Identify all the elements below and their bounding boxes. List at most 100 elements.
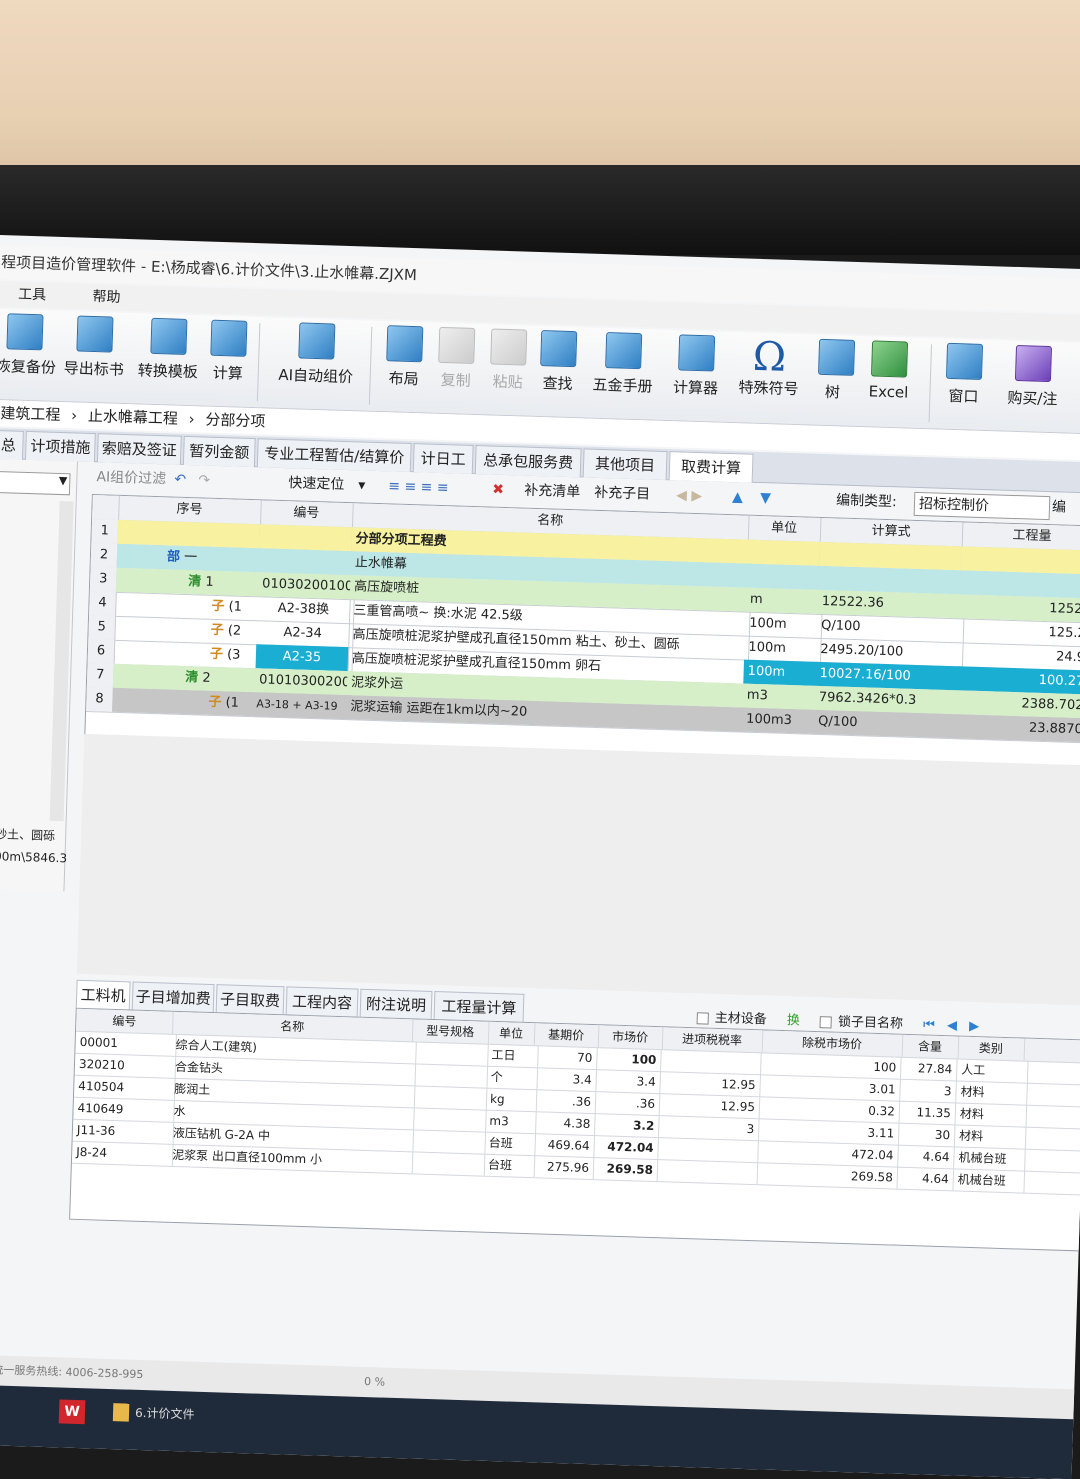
materials-grid: 主材设备 换 锁子目名称 ⏮ ◀ ▶ 编号 名称 型号规格 单位 基期价 市场价… (69, 1007, 1080, 1252)
redo-icon[interactable]: ↷ (198, 465, 211, 495)
main-equipment-label: 主材设备 (714, 1010, 767, 1028)
tab-item-fee[interactable]: 子目取费 (215, 984, 285, 1016)
paste-icon (490, 328, 528, 366)
copy-button[interactable]: 复制 (435, 326, 477, 408)
row-code[interactable]: A2-34 (256, 620, 350, 648)
find-button[interactable]: 查找 (537, 330, 579, 411)
restore-backup-button[interactable]: 恢复备份 (0, 313, 56, 395)
left-combo[interactable]: ▼ (0, 470, 71, 496)
restore-icon (6, 313, 44, 351)
taskbar-folder[interactable]: 6.计价文件 (135, 1404, 195, 1423)
toolbar-separator (256, 323, 261, 402)
swap-button[interactable]: 换 (787, 1013, 800, 1028)
chevron-down-icon: ▾ (358, 477, 366, 494)
left-text: \100m\5846.3 (0, 848, 68, 866)
tab-claims[interactable]: 索赔及签证 (96, 433, 182, 465)
quick-locate-button[interactable]: 快速定位 (288, 468, 345, 500)
ai-icon (298, 322, 336, 360)
calculator-icon (678, 334, 716, 372)
tab-daywork[interactable]: 计日工 (412, 443, 474, 474)
book-icon (605, 332, 643, 370)
type-select[interactable]: 招标控制价 (913, 491, 1051, 521)
progress-percent: 0 % (363, 1375, 386, 1389)
ai-filter-button[interactable]: AI组价过滤 (96, 462, 167, 494)
compute-button[interactable]: 计算 (207, 319, 249, 401)
copy-icon (438, 326, 476, 364)
tab-work-content[interactable]: 工程内容 (285, 986, 359, 1018)
delete-icon[interactable]: ✖ (492, 475, 505, 505)
arrow-left-icon[interactable]: ◀ ▶ (676, 480, 703, 511)
compute-icon (210, 319, 248, 357)
excel-button[interactable]: Excel (863, 340, 915, 422)
convert-template-button[interactable]: 转换模板 (135, 317, 201, 399)
supplement-item-button[interactable]: 补充子目 (594, 478, 651, 510)
tab-measures[interactable]: 计项措施 (24, 430, 96, 463)
usb-icon (1014, 344, 1053, 383)
tab-materials[interactable]: 工料机 (75, 979, 131, 1011)
find-icon (540, 330, 578, 368)
calculator-button[interactable]: 计算器 (669, 334, 723, 416)
undo-icon[interactable]: ↶ (174, 465, 187, 495)
tree-icon (818, 338, 856, 376)
first-page-icon[interactable]: ⏮ (923, 1017, 935, 1032)
window-button[interactable]: 窗口 (941, 342, 987, 424)
bill-grid: 序号 编号 名称 单位 计算式 工程量 1 分部分项工程费 2 部 一 止水帷幕 (84, 494, 1080, 768)
toolbar-separator (368, 326, 373, 405)
breadcrumb-item[interactable]: 分部分项 (205, 411, 266, 431)
arrow-down-icon[interactable]: ▼ (760, 483, 772, 513)
next-page-icon[interactable]: ▶ (969, 1019, 979, 1034)
omega-icon: Ω (752, 333, 787, 381)
lock-name-label: 锁子目名称 (837, 1014, 904, 1032)
tab-fee[interactable]: 取费计算 (668, 451, 754, 483)
left-scrollbar[interactable] (49, 501, 74, 822)
layout-button[interactable]: 布局 (383, 325, 425, 406)
export-bid-button[interactable]: 导出标书 (61, 315, 127, 397)
chevron-right-icon: › (188, 410, 195, 429)
hotline-text: 全国统一服务热线: 4006-258-995 (0, 1362, 144, 1382)
tab-provisional[interactable]: 暂列金额 (182, 435, 256, 468)
supplement-list-button[interactable]: 补充清单 (524, 476, 581, 508)
grid-empty-area (76, 733, 1080, 1006)
row-code[interactable]: A3-18 + A3-19 (254, 692, 350, 720)
folder-icon (112, 1403, 130, 1422)
ai-pricing-button[interactable]: AI自动组价 (273, 322, 359, 405)
paste-button[interactable]: 粘贴 (487, 328, 529, 409)
prev-page-icon[interactable]: ◀ (947, 1018, 957, 1033)
row-code[interactable]: A2-38换 (257, 596, 351, 624)
tree-button[interactable]: 树 (817, 338, 856, 420)
export-icon (76, 315, 114, 353)
chevron-right-icon: › (70, 406, 78, 425)
tab-notes[interactable]: 附注说明 (359, 988, 433, 1020)
tab-extra-fee[interactable]: 子目增加费 (131, 981, 215, 1014)
checkbox-icon[interactable] (819, 1015, 833, 1029)
header-code: 编号 (260, 500, 354, 528)
chevron-down-icon: ▼ (58, 473, 68, 488)
header-unit: 单位 (747, 515, 822, 542)
checkbox-icon[interactable] (696, 1011, 709, 1025)
breadcrumb-item[interactable]: 止水帷幕工程 (88, 407, 179, 428)
edit-label: 编 (1051, 499, 1067, 516)
row-code[interactable]: 010103002001 (254, 668, 353, 696)
menu-help[interactable]: 帮助 (92, 284, 121, 311)
convert-icon (150, 317, 188, 355)
window-icon (945, 342, 984, 380)
left-panel: ▼ 、砂土、圆砾 \100m\5846.3 (0, 458, 78, 892)
hardware-manual-button[interactable]: 五金手册 (589, 332, 657, 414)
row-code[interactable]: A2-35 (255, 644, 350, 672)
indent-icon[interactable]: ≡ ≡ ≡ ≡ (388, 471, 449, 503)
tab-other[interactable]: 其他项目 (582, 448, 668, 481)
left-text: 、砂土、圆砾 (0, 826, 56, 844)
excel-icon (870, 340, 909, 378)
arrow-up-icon[interactable]: ▲ (732, 482, 744, 512)
breadcrumb-item[interactable]: 建筑工程 (0, 404, 61, 424)
purchase-button[interactable]: 购买/注 (997, 344, 1069, 426)
tab-summary[interactable]: 总 (0, 429, 24, 460)
row-code[interactable]: 010302001001 (257, 572, 356, 600)
app-screen: 程项目造价管理软件 - E:\杨成睿\6.计价文件\3.止水帷幕.ZJXM 工具… (0, 235, 1080, 1479)
toolbar-separator (928, 344, 933, 423)
special-symbol-button[interactable]: Ω 特殊符号 (735, 333, 803, 418)
wps-logo-icon[interactable]: W (58, 1399, 86, 1425)
tab-qty-calc[interactable]: 工程量计算 (433, 991, 525, 1023)
tab-contractor[interactable]: 总承包服务费 (474, 445, 582, 478)
menu-tools[interactable]: 工具 (18, 282, 47, 309)
